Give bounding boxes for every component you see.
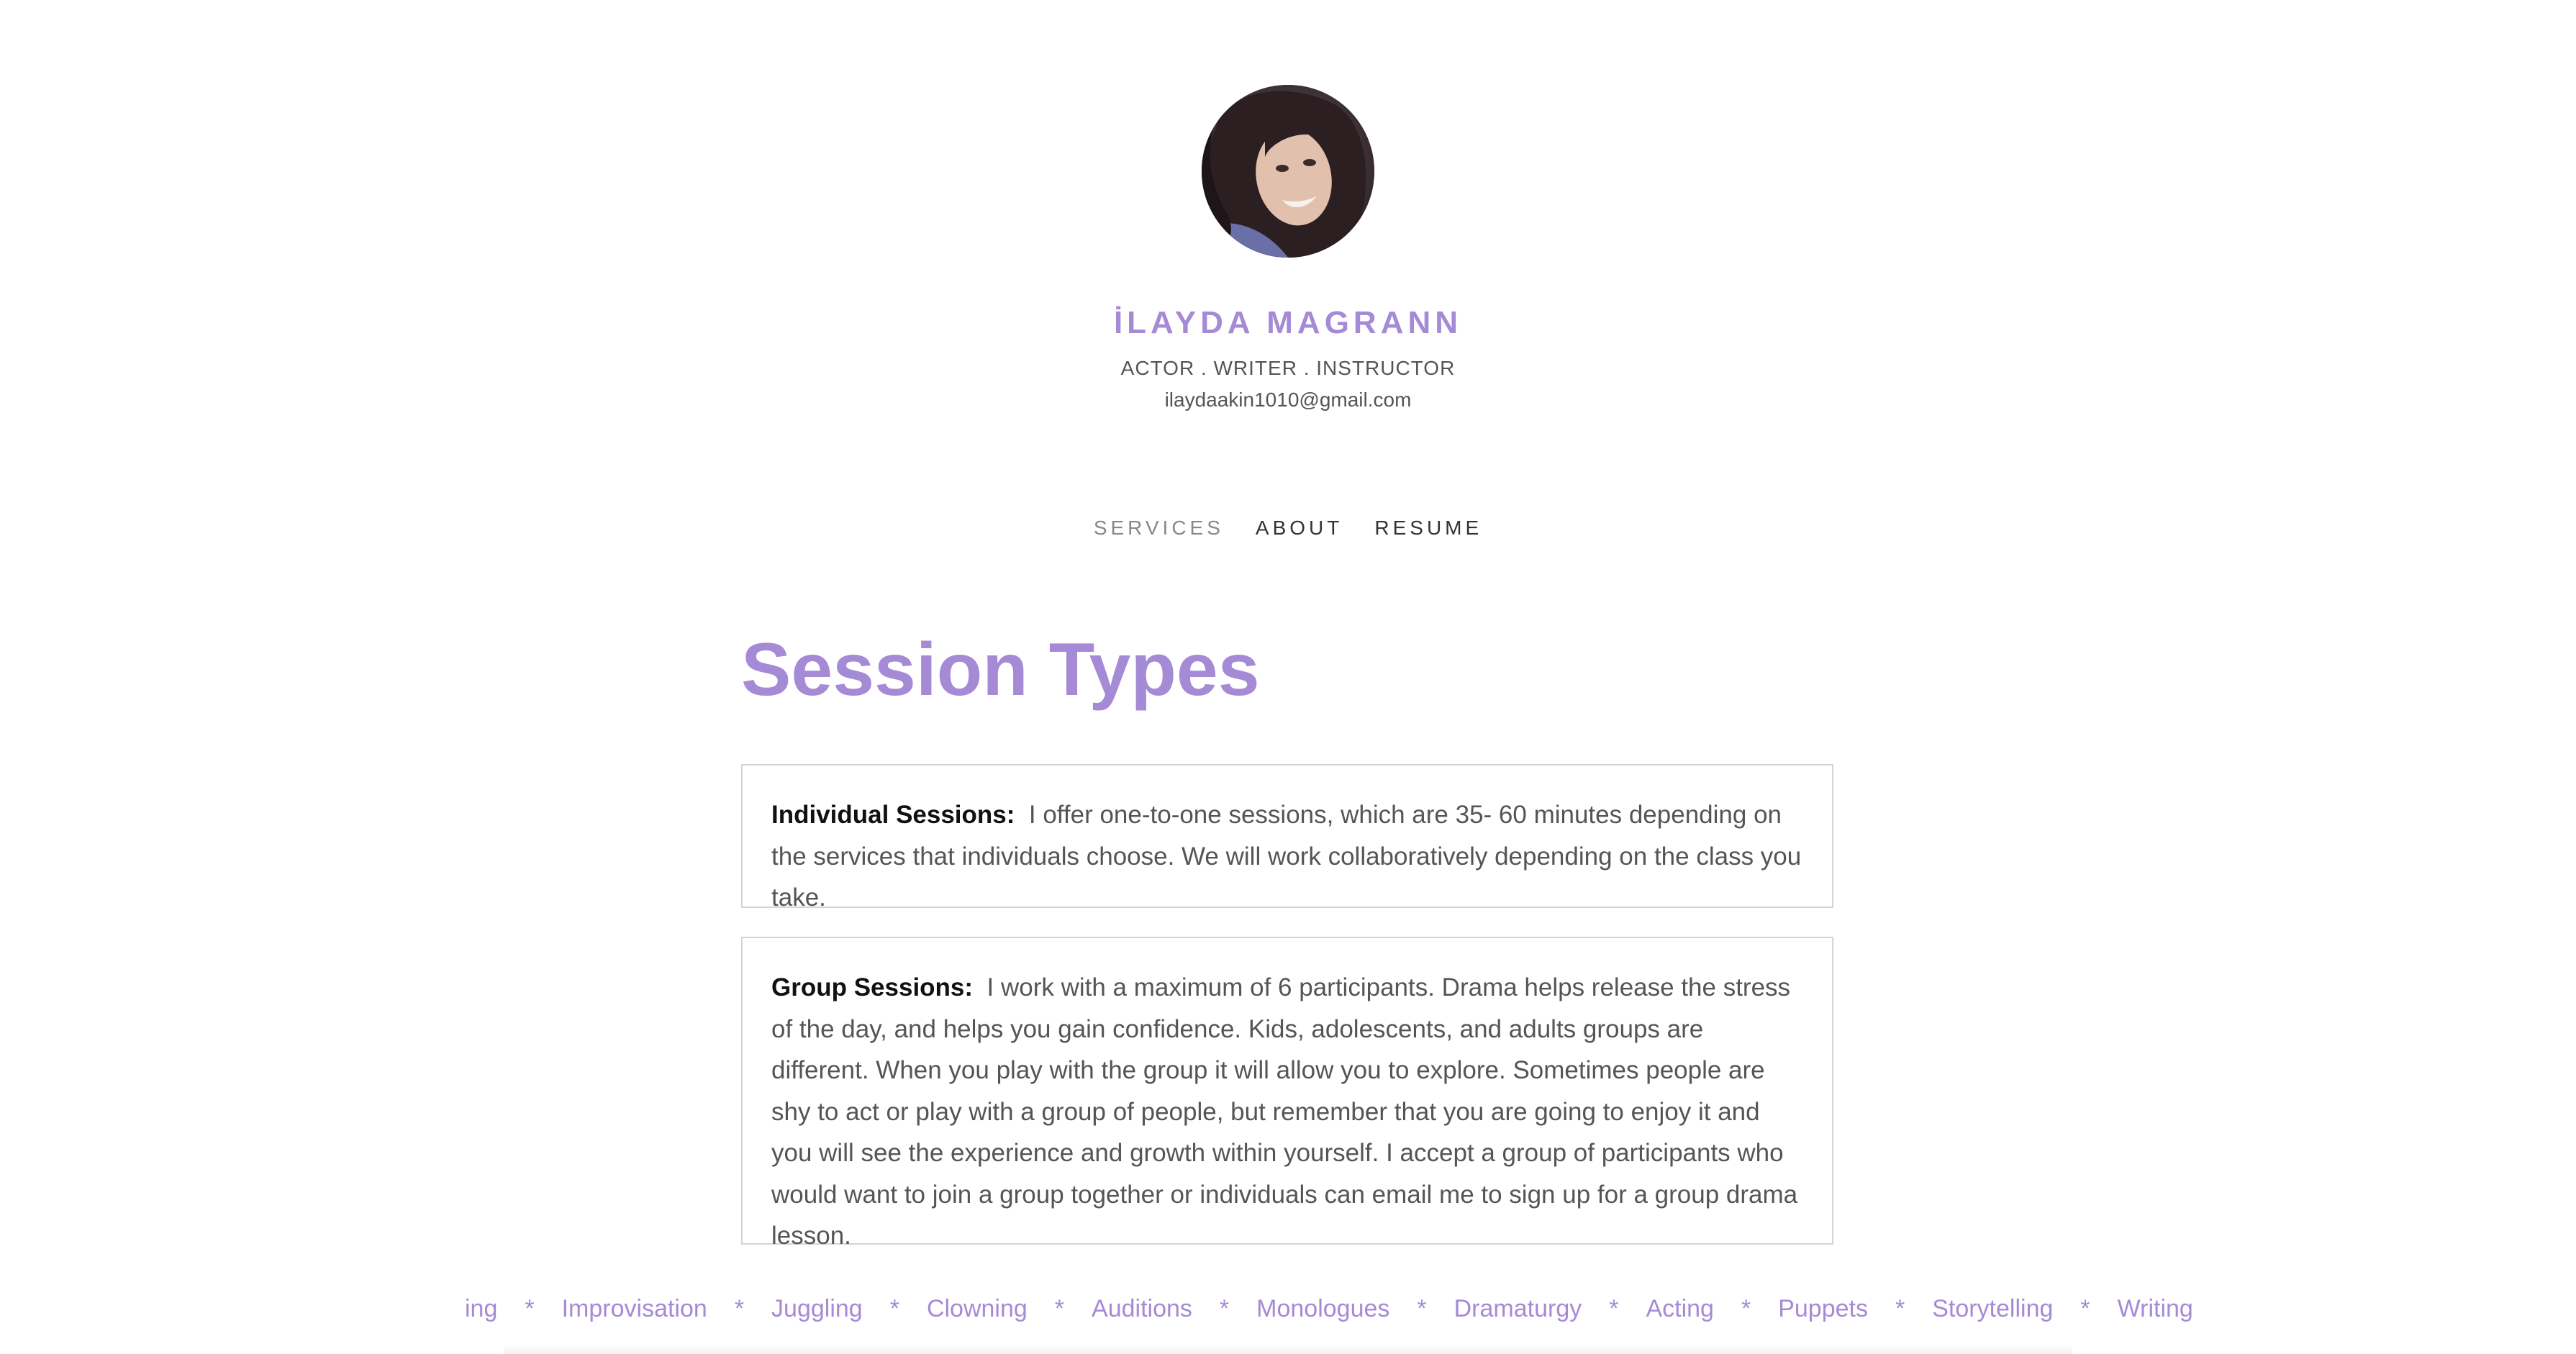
ticker-separator: *: [525, 1295, 535, 1322]
ticker-word: Clowning: [926, 1295, 1028, 1322]
nav-about[interactable]: ABOUT: [1256, 517, 1343, 540]
ticker-separator: *: [1609, 1295, 1619, 1322]
page-title: Session Types: [741, 628, 1260, 712]
main-nav: SERVICES ABOUT RESUME: [0, 517, 2576, 540]
ticker-track: ing * Improvisation * Juggling * Clownin…: [465, 1295, 2193, 1323]
card-text: I work with a maximum of 6 participants.…: [771, 973, 1798, 1250]
ticker-word: Dramaturgy: [1453, 1295, 1582, 1322]
ticker-word: Puppets: [1778, 1295, 1868, 1322]
ticker-separator: *: [1895, 1295, 1905, 1322]
ticker-word: Monologues: [1256, 1295, 1390, 1322]
footer-shadow: [504, 1344, 2072, 1354]
ticker-separator: *: [1417, 1295, 1427, 1322]
nav-resume[interactable]: RESUME: [1374, 517, 1482, 540]
ticker-separator: *: [734, 1295, 745, 1322]
ticker-separator: *: [889, 1295, 899, 1322]
site-name[interactable]: İLAYDA MAGRANN: [0, 305, 2576, 341]
ticker-separator: *: [1219, 1295, 1230, 1322]
avatar-portrait-icon: [1202, 85, 1374, 258]
ticker-separator: *: [1054, 1295, 1065, 1322]
ticker-word: Writing: [2117, 1295, 2193, 1322]
group-sessions-card: Group Sessions: I work with a maximum of…: [741, 937, 1833, 1250]
nav-services[interactable]: SERVICES: [1094, 517, 1224, 540]
skills-ticker: ing * Improvisation * Juggling * Clownin…: [0, 1295, 2576, 1338]
ticker-word: Juggling: [771, 1295, 863, 1322]
ticker-word: ing: [465, 1295, 498, 1322]
email-link[interactable]: ilaydaakin1010@gmail.com: [0, 389, 2576, 412]
tagline: ACTOR . WRITER . INSTRUCTOR: [1120, 357, 1456, 379]
ticker-word: Acting: [1646, 1295, 1714, 1322]
ticker-word: Improvisation: [561, 1295, 707, 1322]
individual-sessions-card: Individual Sessions: I offer one-to-one …: [741, 764, 1833, 912]
ticker-separator: *: [1741, 1295, 1751, 1322]
card-label: Group Sessions:: [771, 973, 974, 1001]
avatar: [1202, 85, 1374, 258]
ticker-word: Auditions: [1092, 1295, 1192, 1322]
ticker-word: Storytelling: [1932, 1295, 2054, 1322]
card-label: Individual Sessions:: [771, 801, 1015, 829]
page: İLAYDA MAGRANN ACTOR . WRITER . INSTRUCT…: [0, 0, 2576, 1354]
ticker-separator: *: [2080, 1295, 2090, 1322]
